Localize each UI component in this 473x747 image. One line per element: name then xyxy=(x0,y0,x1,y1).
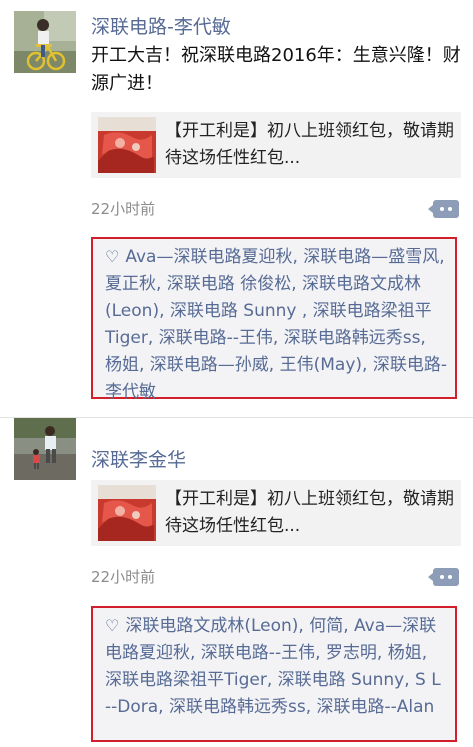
link-title: 【开工利是】初八上班领红包，敬请期待这场任性红包... xyxy=(165,489,454,536)
heart-outline-icon: ♡ xyxy=(105,247,120,266)
comment-dots-icon[interactable] xyxy=(428,200,459,218)
link-thumbnail xyxy=(98,485,156,541)
moment-post: 深联李金华 【开工利是】初八上班领红包，敬请期待这场任性红包... 22小时前 … xyxy=(0,418,473,747)
post-time: 22小时前 xyxy=(91,568,156,586)
likes-names[interactable]: Ava—深联电路夏迎秋, 深联电路—盛雪风, 夏正秋, 深联电路 徐俊松, 深联… xyxy=(105,247,447,402)
author-name[interactable]: 深联李金华 xyxy=(91,445,186,472)
shared-link-card[interactable]: 【开工利是】初八上班领红包，敬请期待这场任性红包... xyxy=(91,480,461,546)
post-time: 22小时前 xyxy=(91,200,156,218)
shared-link-card[interactable]: 【开工利是】初八上班领红包，敬请期待这场任性红包... xyxy=(91,112,461,178)
likes-list: ♡ Ava—深联电路夏迎秋, 深联电路—盛雪风, 夏正秋, 深联电路 徐俊松, 深… xyxy=(91,237,457,402)
moment-post: 深联电路-李代敏 开工大吉！祝深联电路2016年：生意兴隆！财源广进！ 【开工利… xyxy=(0,0,473,417)
heart-outline-icon: ♡ xyxy=(105,616,120,635)
post-text: 开工大吉！祝深联电路2016年：生意兴隆！财源广进！ xyxy=(91,45,461,94)
likes-names[interactable]: 深联电路文成林(Leon), 何简, Ava—深联电路夏迎秋, 深联电路--王伟… xyxy=(105,616,441,717)
moments-feed: 深联电路-李代敏 开工大吉！祝深联电路2016年：生意兴隆！财源广进！ 【开工利… xyxy=(0,0,473,747)
avatar[interactable] xyxy=(14,418,76,480)
link-thumbnail xyxy=(98,117,156,173)
avatar[interactable] xyxy=(14,11,76,73)
author-name[interactable]: 深联电路-李代敏 xyxy=(91,12,231,39)
link-title: 【开工利是】初八上班领红包，敬请期待这场任性红包... xyxy=(165,121,454,168)
comment-dots-icon[interactable] xyxy=(428,568,459,586)
likes-list: ♡ 深联电路文成林(Leon), 何简, Ava—深联电路夏迎秋, 深联电路--王… xyxy=(91,606,457,742)
